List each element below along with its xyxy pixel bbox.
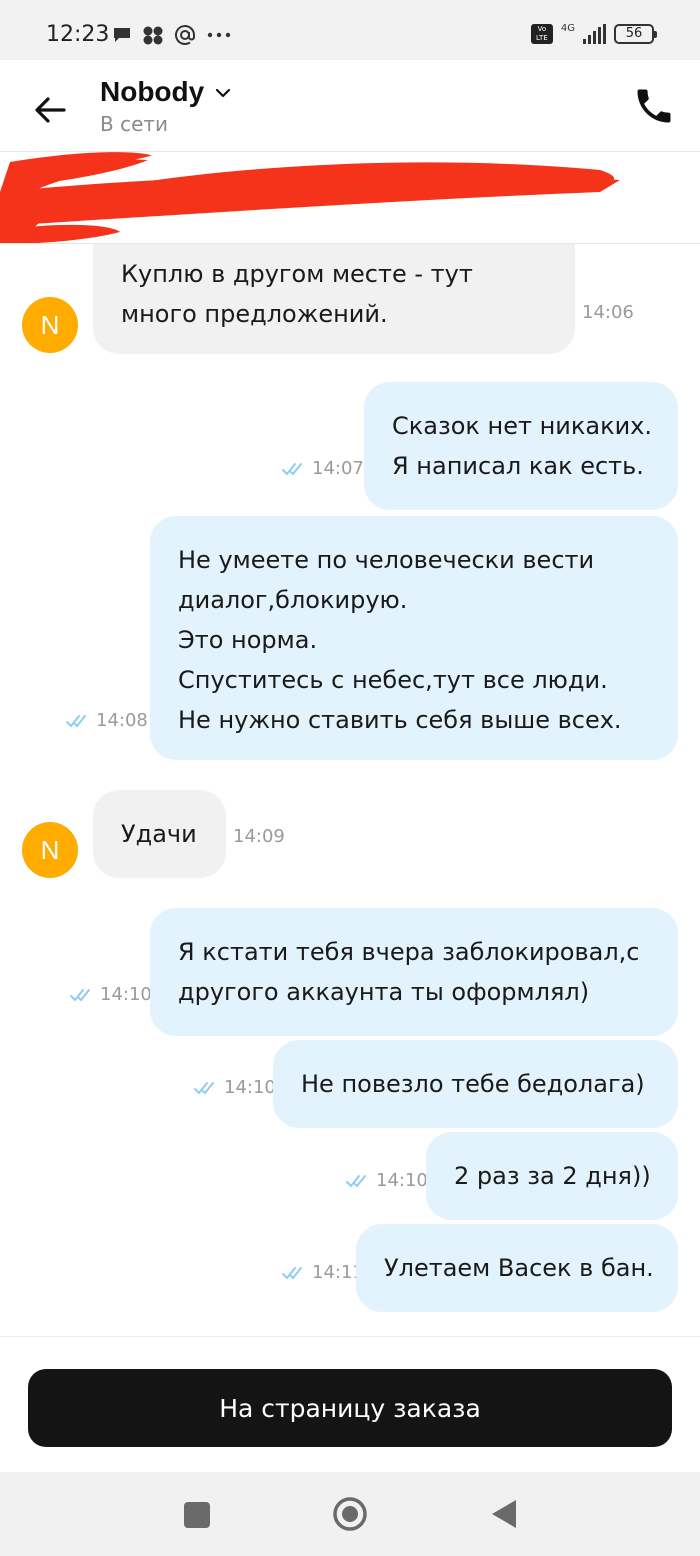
message-time: 14:10	[100, 984, 152, 1005]
message-bubble-incoming[interactable]: Удачи	[93, 790, 226, 878]
read-ticks-icon	[282, 1266, 302, 1279]
message-bubble-outgoing[interactable]: Сказок нет никаких. Я написал как есть.	[364, 382, 678, 510]
message-bubble-outgoing[interactable]: Не повезло тебе бедолага)	[273, 1040, 678, 1128]
chat-header: Nobody В сети	[0, 60, 700, 152]
message-bubble-outgoing[interactable]: Я кстати тебя вчера заблокировал,с друго…	[150, 908, 678, 1036]
message-bubble-incoming[interactable]: Куплю в другом месте - тут много предлож…	[93, 244, 575, 354]
message-list[interactable]: Куплю в другом месте - тут много предлож…	[0, 244, 700, 1336]
battery-icon: 56	[614, 24, 657, 44]
order-info-strip[interactable]	[0, 152, 700, 244]
message-meta: 14:07	[282, 458, 364, 479]
volte-icon: Vo LTE	[530, 24, 553, 44]
message-meta: 14:11	[282, 1262, 364, 1283]
redaction-scribble	[0, 152, 620, 243]
message-meta: 14:08	[66, 710, 148, 731]
message-bubble-outgoing[interactable]: Улетаем Васек в бан.	[356, 1224, 678, 1312]
message-bubble-outgoing[interactable]: 2 раз за 2 дня))	[426, 1132, 678, 1220]
contact-name[interactable]: Nobody	[100, 76, 204, 108]
status-system-icons: Vo LTE 4G 56	[530, 22, 657, 44]
message-meta: 14:10	[346, 1170, 428, 1191]
status-time: 12:23	[46, 22, 110, 47]
message-time: 14:07	[312, 458, 364, 479]
chevron-down-icon[interactable]	[214, 86, 232, 100]
message-time: 14:10	[376, 1170, 428, 1191]
status-bar: 12:23 Vo LTE 4G 56	[0, 0, 700, 60]
message-time: 14:08	[96, 710, 148, 731]
read-ticks-icon	[66, 714, 86, 727]
system-nav-bar	[0, 1472, 700, 1556]
read-ticks-icon	[70, 988, 90, 1001]
battery-level: 56	[625, 26, 643, 41]
message-meta: 14:10	[70, 984, 152, 1005]
contact-status: В сети	[100, 112, 169, 136]
message-time: 14:10	[224, 1077, 276, 1098]
home-icon[interactable]	[332, 1496, 368, 1532]
message-icon	[114, 28, 130, 42]
status-notification-icons	[112, 24, 232, 46]
avatar[interactable]: N	[22, 822, 78, 878]
more-icon	[207, 32, 231, 38]
network-type: 4G	[560, 22, 575, 34]
message-meta: 14:10	[194, 1077, 276, 1098]
signal-icon	[583, 24, 606, 44]
avatar[interactable]: N	[22, 297, 78, 353]
order-page-button[interactable]: На страницу заказа	[28, 1369, 672, 1447]
read-ticks-icon	[346, 1174, 366, 1187]
message-time: 14:09	[233, 826, 285, 847]
read-ticks-icon	[194, 1081, 214, 1094]
back-arrow-icon[interactable]	[28, 88, 72, 132]
message-bubble-outgoing[interactable]: Не умеете по человечески вести диалог,бл…	[150, 516, 678, 760]
order-page-button-label: На страницу заказа	[219, 1393, 481, 1423]
app-icon	[143, 26, 163, 45]
action-area: На страницу заказа	[0, 1336, 700, 1472]
message-time: 14:06	[582, 302, 634, 323]
at-icon	[175, 25, 195, 45]
recents-icon[interactable]	[184, 1502, 210, 1528]
read-ticks-icon	[282, 462, 302, 475]
back-icon[interactable]	[490, 1498, 518, 1530]
phone-icon[interactable]	[632, 84, 676, 128]
